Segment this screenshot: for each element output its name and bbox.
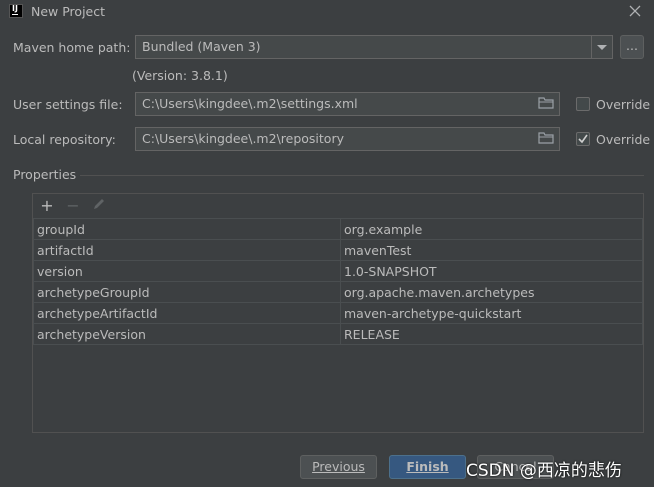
properties-separator — [80, 175, 644, 176]
local-repo-value: C:\Users\kingdee\.m2\repository — [142, 131, 344, 146]
property-value[interactable]: mavenTest — [340, 239, 643, 261]
property-value[interactable]: maven-archetype-quickstart — [340, 302, 643, 324]
maven-home-dropdown-button[interactable] — [591, 35, 613, 59]
local-repo-field[interactable]: C:\Users\kingdee\.m2\repository — [135, 127, 560, 151]
folder-icon[interactable] — [538, 132, 554, 147]
maven-home-label: Maven home path: — [13, 40, 131, 55]
table-row[interactable]: artifactId mavenTest — [33, 239, 643, 261]
maven-version-text: (Version: 3.8.1) — [132, 68, 228, 83]
property-value[interactable]: org.apache.maven.archetypes — [340, 281, 643, 303]
close-icon[interactable] — [626, 2, 644, 20]
table-row[interactable]: version 1.0-SNAPSHOT — [33, 260, 643, 282]
property-key[interactable]: groupId — [33, 218, 341, 240]
folder-icon[interactable] — [538, 97, 554, 112]
property-key[interactable]: archetypeGroupId — [33, 281, 341, 303]
table-row[interactable]: archetypeArtifactId maven-archetype-quick… — [33, 302, 643, 324]
properties-toolbar: + − — [33, 194, 643, 218]
properties-label: Properties — [13, 167, 77, 182]
properties-table: groupId org.example artifactId mavenTest ver… — [33, 218, 643, 345]
local-repo-override-label: Override — [596, 132, 651, 147]
title-bar: IJ New Project — [0, 0, 654, 24]
maven-home-value: Bundled (Maven 3) — [142, 39, 261, 54]
user-settings-override-checkbox[interactable] — [576, 97, 590, 111]
local-repo-label: Local repository: — [13, 132, 116, 147]
user-settings-value: C:\Users\kingdee\.m2\settings.xml — [142, 96, 358, 111]
user-settings-field[interactable]: C:\Users\kingdee\.m2\settings.xml — [135, 92, 560, 116]
checkmark-icon — [578, 134, 588, 144]
property-key[interactable]: archetypeVersion — [33, 323, 341, 345]
intellij-icon: IJ — [9, 4, 23, 18]
table-row[interactable]: archetypeVersion RELEASE — [33, 323, 643, 345]
property-key[interactable]: artifactId — [33, 239, 341, 261]
maven-home-combo[interactable]: Bundled (Maven 3) — [135, 35, 613, 59]
properties-panel: + − groupId org.example artifactId mavenTes… — [32, 193, 644, 433]
user-settings-label: User settings file: — [13, 97, 123, 112]
property-key[interactable]: archetypeArtifactId — [33, 302, 341, 324]
property-value[interactable]: org.example — [340, 218, 643, 240]
watermark-text: CSDN @西凉的悲伤 — [466, 461, 622, 481]
remove-icon[interactable]: − — [63, 196, 83, 216]
local-repo-override-checkbox[interactable] — [576, 132, 590, 146]
edit-icon[interactable] — [89, 196, 109, 216]
property-key[interactable]: version — [33, 260, 341, 282]
maven-home-browse-button[interactable]: ... — [620, 35, 644, 59]
property-value[interactable]: 1.0-SNAPSHOT — [340, 260, 643, 282]
add-icon[interactable]: + — [37, 196, 57, 216]
property-value[interactable]: RELEASE — [340, 323, 643, 345]
finish-button[interactable]: Finish — [389, 455, 466, 479]
user-settings-override-label: Override — [596, 97, 651, 112]
chevron-down-icon — [597, 45, 607, 50]
previous-button[interactable]: Previous — [300, 455, 377, 479]
table-row[interactable]: archetypeGroupId org.apache.maven.archety… — [33, 281, 643, 303]
window-title: New Project — [31, 4, 106, 19]
table-row[interactable]: groupId org.example — [33, 218, 643, 240]
